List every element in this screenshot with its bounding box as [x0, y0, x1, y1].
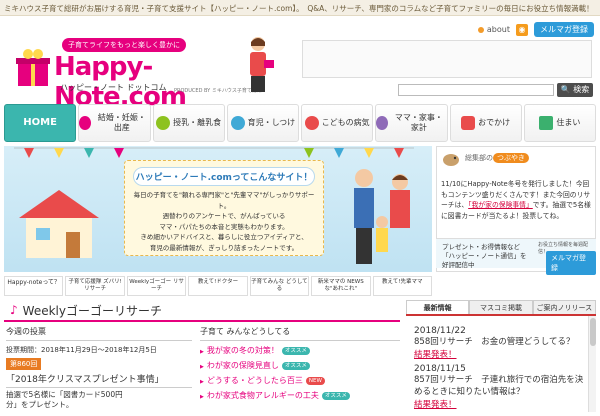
mascot-woman-icon	[250, 37, 274, 92]
insurance-link[interactable]: 「我が家の保険事情」	[468, 201, 533, 209]
vote-round-badge: 第860回	[6, 358, 42, 370]
house-icon	[539, 116, 554, 130]
thumb-weekly[interactable]: Weeklyゴーゴー リサーチ	[126, 276, 187, 296]
vote-question[interactable]: 「2018年クリスマスプレゼント事情」	[6, 372, 192, 388]
hero-line: 週替わりのアンケートで、がんばっている	[162, 212, 286, 220]
thumb-minna[interactable]: 子育てみんな どうしてる	[249, 276, 310, 296]
weekly-vote-column: 今週の投票 投票期間：2018年11月29日～2018年12月5日 第860回 …	[6, 326, 192, 412]
mailmag-button[interactable]: メルマガ登録	[534, 22, 594, 37]
logo-subtitle: ハッピー・ノート ドットコム	[60, 83, 167, 92]
bird-icon	[443, 154, 459, 166]
thumb-news[interactable]: 新米ママの NEWSな"あれこれ"	[311, 276, 371, 296]
bunting-flags	[14, 147, 414, 158]
nav-home[interactable]: HOME	[4, 104, 77, 142]
main-navigation: HOME 結婚・妊娠・出産 授乳・離乳食 育児・しつけ こどもの病気 ママ・家事…	[4, 104, 596, 142]
top-banner: ミキハウス子育て総研がお届けする育児・子育て支援サイト【ハッピー・ノート.com…	[0, 0, 600, 16]
vote-heading: 今週の投票	[6, 326, 192, 341]
news-result-link[interactable]: 結果発表！	[414, 348, 588, 360]
logo-area[interactable]: 子育てライフをもっと楽しく豊かに Happy-Note.com ハッピー・ノート…	[14, 26, 284, 112]
recommend-tag: オススメ	[321, 391, 350, 400]
music-note-icon: ♪	[10, 303, 18, 317]
tsubuyaki-heading: 総集部の つぶやき	[465, 153, 529, 163]
news-result-link[interactable]: 結果発表！	[414, 398, 588, 410]
thumb-doctor[interactable]: 教えて!ドクター	[188, 276, 248, 296]
gift-icon	[16, 49, 50, 86]
promo-text: プレゼント・お得情報など 「ハッピー・ノート通信」を 好評配信中	[442, 243, 527, 269]
tab-media[interactable]: マスコミ掲載	[469, 300, 533, 314]
feature-thumbnails: Happy-noteって？ 子育て応援隊 ズバリ!リサーチ Weeklyゴーゴー…	[4, 276, 432, 296]
site-description: ミキハウス子育て総研がお届けする育児・子育て支援サイト【ハッピー・ノート.com…	[4, 4, 594, 13]
minna-item[interactable]: わが家式食物アレルギーの工夫オススメ	[200, 389, 400, 404]
news-text: 857回リサーチ 子連れ旅行での宿泊先を決めるときに知りたい情報は？	[414, 375, 584, 397]
heart-icon	[79, 116, 92, 130]
site-tagline: 子育てライフをもっと楽しく豊かに	[62, 38, 186, 52]
minna-item[interactable]: わが家の保険見直しオススメ	[200, 359, 400, 374]
scrollbar-thumb[interactable]	[590, 318, 596, 346]
header-links: about ◉ メルマガ登録	[478, 22, 594, 37]
cross-icon	[304, 116, 319, 130]
rss-icon[interactable]: ◉	[516, 23, 528, 36]
minna-item[interactable]: どうする・どうしたら百三NEW	[200, 374, 400, 389]
promo-mailmag-button[interactable]: メルマガ登録	[546, 251, 596, 275]
search-button[interactable]: 🔍 検索	[557, 83, 593, 97]
vote-prize: 抽選で5名様に「図書カード500円 分」をプレゼント。	[6, 390, 123, 409]
nav-parenting[interactable]: 育児・しつけ	[226, 104, 299, 142]
news-tabs: 最新情報 マスコミ掲載 ご案内ノリリース	[406, 300, 596, 316]
hero-intro-panel: ハッピー・ノート.comってこんなサイト！ 毎日の子育てを"頼れる専門家"と"先…	[124, 160, 324, 256]
house-illustration	[19, 190, 99, 258]
family-illustration	[354, 169, 410, 264]
news-date: 2018/11/22	[414, 326, 466, 336]
nav-pregnancy[interactable]: 結婚・妊娠・出産	[78, 104, 151, 142]
news-text: 858回リサーチ お金の管理どうしてる？	[414, 337, 575, 347]
hero-title: ハッピー・ノート.comってこんなサイト！	[133, 167, 315, 186]
vote-period: 投票期間：2018年11月29日～2018年12月5日	[6, 346, 157, 354]
news-list: 2018/11/22 858回リサーチ お金の管理どうしてる？ 結果発表！ 20…	[406, 316, 596, 416]
about-link[interactable]: about	[478, 25, 510, 34]
nav-mama[interactable]: ママ・家事・家計	[375, 104, 448, 142]
nav-illness[interactable]: こどもの病気	[301, 104, 374, 142]
tab-latest[interactable]: 最新情報	[406, 300, 470, 314]
mama-icon	[376, 116, 389, 130]
news-date: 2018/11/15	[414, 364, 466, 374]
new-tag: NEW	[305, 376, 325, 385]
tab-release[interactable]: ご案内ノリリース	[532, 300, 596, 314]
minna-column: 子育て みんなどうしてる 我が家の冬の対策！オススメ わが家の保険見直しオススメ…	[200, 326, 400, 412]
recommend-tag: オススメ	[281, 346, 310, 355]
weekly-title: Weeklyゴーゴーリサーチ	[22, 303, 162, 318]
news-scrollbar[interactable]	[588, 316, 596, 412]
search-input[interactable]	[398, 84, 554, 96]
tsubuyaki-text: 11/10にHappy-Note冬号を発行しました！今回もコンテンツ盛りだくさん…	[441, 180, 591, 220]
nav-weaning[interactable]: 授乳・離乳食	[152, 104, 225, 142]
hero-line: 毎日の子育てを"頼れる専門家"と"先輩ママ"がしっかりサポート。	[133, 191, 315, 210]
nav-outing[interactable]: おでかけ	[449, 104, 522, 142]
thumb-zubari[interactable]: 子育て応援隊 ズバリ!リサーチ	[65, 276, 125, 296]
hero-line: 育児の最新情報が、ぎっしり詰まったノートです。	[149, 243, 299, 252]
weekly-research-header: ♪ Weeklyゴーゴーリサーチ	[4, 300, 400, 322]
newsletter-promo: プレゼント・お得情報など 「ハッピー・ノート通信」を 好評配信中 お役立ち情報を…	[436, 238, 596, 275]
hero-banner[interactable]: ハッピー・ノート.comってこんなサイト！ 毎日の子育てを"頼れる専門家"と"先…	[4, 146, 432, 272]
hero-line: ママ・パパたちの本音と実態もわかります。	[159, 222, 289, 231]
minna-item[interactable]: 我が家の冬の対策！オススメ	[200, 344, 400, 359]
ad-banner[interactable]	[302, 40, 592, 78]
bottle-icon	[156, 116, 171, 130]
thumb-about[interactable]: Happy-noteって？	[4, 276, 64, 296]
thumb-senpai[interactable]: 教えて!先輩ママ	[372, 276, 432, 296]
news-panel: 最新情報 マスコミ掲載 ご案内ノリリース 2018/11/22 858回リサーチ…	[406, 300, 596, 412]
hero-line: きめ細かいアドバイスと、暮らしに役立つアイディアと、	[140, 233, 308, 241]
recommend-tag: オススメ	[281, 361, 310, 370]
minna-heading: 子育て みんなどうしてる	[200, 326, 400, 341]
car-icon	[461, 116, 476, 130]
child-icon	[230, 116, 245, 130]
nav-housing[interactable]: 住まい	[523, 104, 596, 142]
